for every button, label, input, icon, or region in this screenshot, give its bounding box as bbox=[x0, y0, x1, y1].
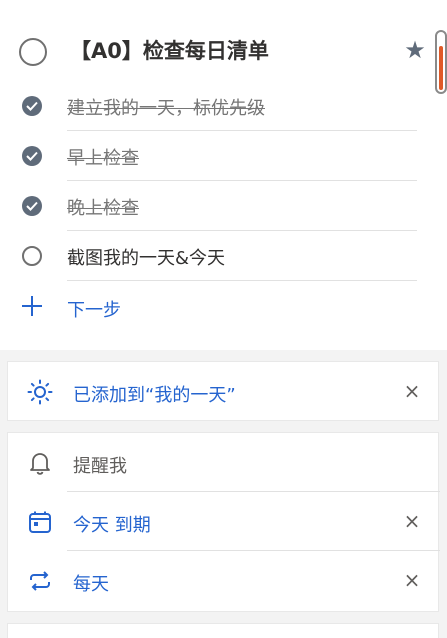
step-item[interactable]: 建立我的一天，标优先级 bbox=[0, 81, 447, 131]
checked-circle-icon[interactable] bbox=[22, 196, 42, 216]
remove-my-day-close-icon[interactable]: × bbox=[401, 380, 423, 402]
next-step-button[interactable]: 下一步 bbox=[0, 283, 447, 333]
step-label[interactable]: 早上检查 bbox=[67, 144, 139, 170]
step-label[interactable]: 截图我的一天&今天 bbox=[67, 244, 225, 270]
repeat-row[interactable]: 每天 × bbox=[8, 551, 440, 610]
calendar-icon bbox=[29, 511, 51, 533]
task-header: 【A0】检查每日清单 ★ bbox=[0, 20, 447, 80]
task-detail-panel: 【A0】检查每日清单 ★ 建立我的一天，标优先级 早上检查 晚上检查 截图我的一… bbox=[0, 0, 447, 638]
repeat-icon bbox=[30, 571, 50, 591]
reminders-card: 提醒我 今天 到期 × 每天 × bbox=[7, 432, 440, 612]
checked-circle-icon[interactable] bbox=[22, 96, 42, 116]
plus-icon bbox=[22, 296, 42, 316]
added-to-my-day-row[interactable]: 已添加到“我的一天” × bbox=[8, 362, 440, 421]
star-icon[interactable]: ★ bbox=[402, 37, 428, 63]
my-day-card: 已添加到“我的一天” × bbox=[7, 361, 439, 421]
due-date-label: 今天 到期 bbox=[73, 515, 151, 536]
remind-me-label: 提醒我 bbox=[73, 456, 127, 477]
remove-due-date-close-icon[interactable]: × bbox=[401, 510, 423, 532]
remind-me-row[interactable]: 提醒我 bbox=[8, 433, 440, 492]
task-title[interactable]: 【A0】检查每日清单 bbox=[70, 35, 269, 65]
repeat-label: 每天 bbox=[73, 574, 109, 595]
divider bbox=[67, 280, 417, 281]
complete-task-circle-icon[interactable] bbox=[19, 38, 47, 66]
bell-icon bbox=[30, 453, 50, 475]
task-card: 【A0】检查每日清单 ★ 建立我的一天，标优先级 早上检查 晚上检查 截图我的一… bbox=[0, 0, 447, 350]
due-date-row[interactable]: 今天 到期 × bbox=[8, 492, 440, 551]
remove-repeat-close-icon[interactable]: × bbox=[401, 569, 423, 591]
checked-circle-icon[interactable] bbox=[22, 146, 42, 166]
next-card bbox=[7, 623, 439, 638]
empty-circle-icon[interactable] bbox=[22, 246, 42, 266]
next-step-label: 下一步 bbox=[67, 300, 121, 321]
step-label[interactable]: 晚上检查 bbox=[67, 194, 139, 220]
step-item[interactable]: 截图我的一天&今天 bbox=[0, 231, 447, 281]
step-label[interactable]: 建立我的一天，标优先级 bbox=[67, 94, 265, 120]
sun-icon bbox=[27, 379, 53, 405]
step-item[interactable]: 晚上检查 bbox=[0, 181, 447, 231]
step-item[interactable]: 早上检查 bbox=[0, 131, 447, 181]
my-day-label: 已添加到“我的一天” bbox=[73, 385, 236, 406]
